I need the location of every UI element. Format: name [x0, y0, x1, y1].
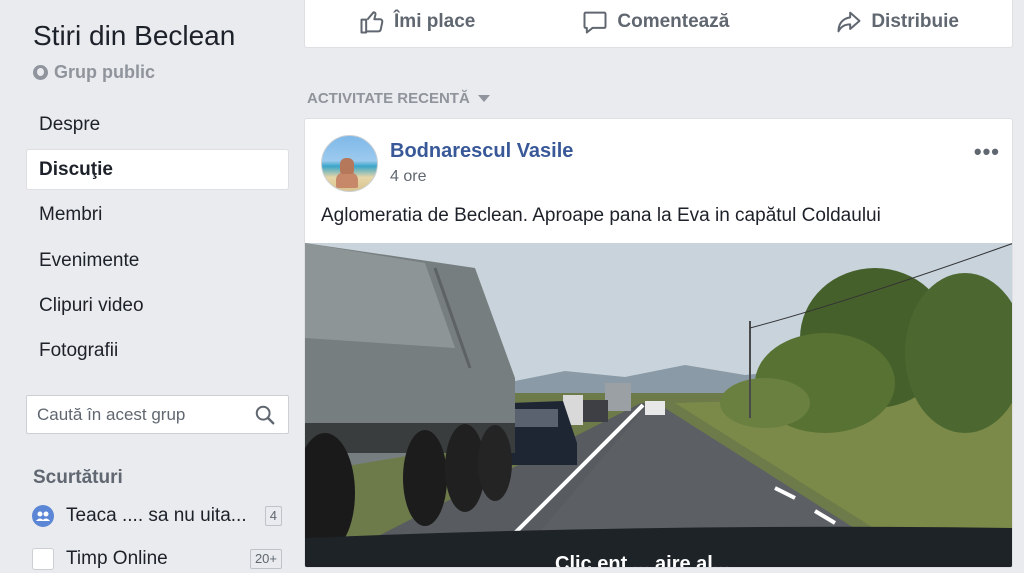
- nav-item-membri[interactable]: Membri: [26, 195, 289, 236]
- share-button[interactable]: Distribuie: [835, 8, 959, 36]
- comment-icon: [583, 11, 607, 34]
- post-timestamp[interactable]: 4 ore: [390, 168, 426, 186]
- post-text: Aglomeratia de Beclean. Aproape pana la …: [321, 205, 881, 226]
- share-icon: [837, 11, 861, 33]
- group-icon: [32, 505, 54, 527]
- comment-label: Comentează: [617, 11, 730, 32]
- group-search-input[interactable]: [37, 404, 247, 425]
- like-label: Îmi place: [394, 11, 476, 32]
- shortcut-count: 20+: [249, 549, 282, 569]
- group-privacy-label: Grup public: [54, 62, 155, 82]
- post-actions-bar: Îmi place Comentează Distribuie: [304, 0, 1013, 48]
- nav-item-clipuri-video[interactable]: Clipuri video: [26, 286, 289, 327]
- shortcuts-title: Scurtături: [33, 467, 123, 488]
- avatar[interactable]: [321, 135, 378, 192]
- shortcut-label: Timp Online: [66, 548, 168, 569]
- more-options-icon[interactable]: •••: [974, 139, 1000, 165]
- thumbs-up-icon: [360, 11, 384, 34]
- post-card: Bodnarescul Vasile 4 ore ••• Aglomeratia…: [304, 118, 1013, 568]
- group-search: [26, 395, 289, 434]
- share-label: Distribuie: [871, 11, 959, 32]
- nav-item-evenimente[interactable]: Evenimente: [26, 240, 289, 281]
- nav-item-discutie[interactable]: Discuţie: [26, 149, 289, 191]
- group-nav: Despre Discuţie Membri Evenimente Clipur…: [26, 104, 289, 376]
- shortcut-item[interactable]: Timp Online 20+: [32, 545, 282, 573]
- post-video[interactable]: Clic ent ... aire al...: [305, 243, 1012, 567]
- recent-activity-label: ACTIVITATE RECENTĂ: [307, 90, 470, 107]
- shortcut-count: 4: [264, 506, 282, 526]
- comment-button[interactable]: Comentează: [581, 8, 729, 36]
- shortcut-item[interactable]: Teaca .... sa nu uita... 4: [32, 502, 282, 530]
- left-sidebar: Stiri din Beclean Grup public Despre Dis…: [0, 0, 300, 570]
- post-author[interactable]: Bodnarescul Vasile: [390, 140, 573, 163]
- nav-item-despre[interactable]: Despre: [26, 104, 289, 145]
- nav-item-fotografii[interactable]: Fotografii: [26, 331, 289, 372]
- recent-activity-sort[interactable]: ACTIVITATE RECENTĂ: [307, 90, 490, 107]
- chevron-down-icon: [477, 95, 490, 102]
- search-icon[interactable]: [254, 404, 276, 426]
- group-title[interactable]: Stiri din Beclean: [33, 20, 235, 52]
- shortcut-label: Teaca .... sa nu uita...: [66, 505, 247, 526]
- group-privacy: Grup public: [33, 62, 155, 83]
- video-frame: [305, 243, 1012, 567]
- globe-icon: [33, 65, 48, 80]
- like-button[interactable]: Îmi place: [358, 8, 475, 36]
- page-icon: [32, 548, 54, 570]
